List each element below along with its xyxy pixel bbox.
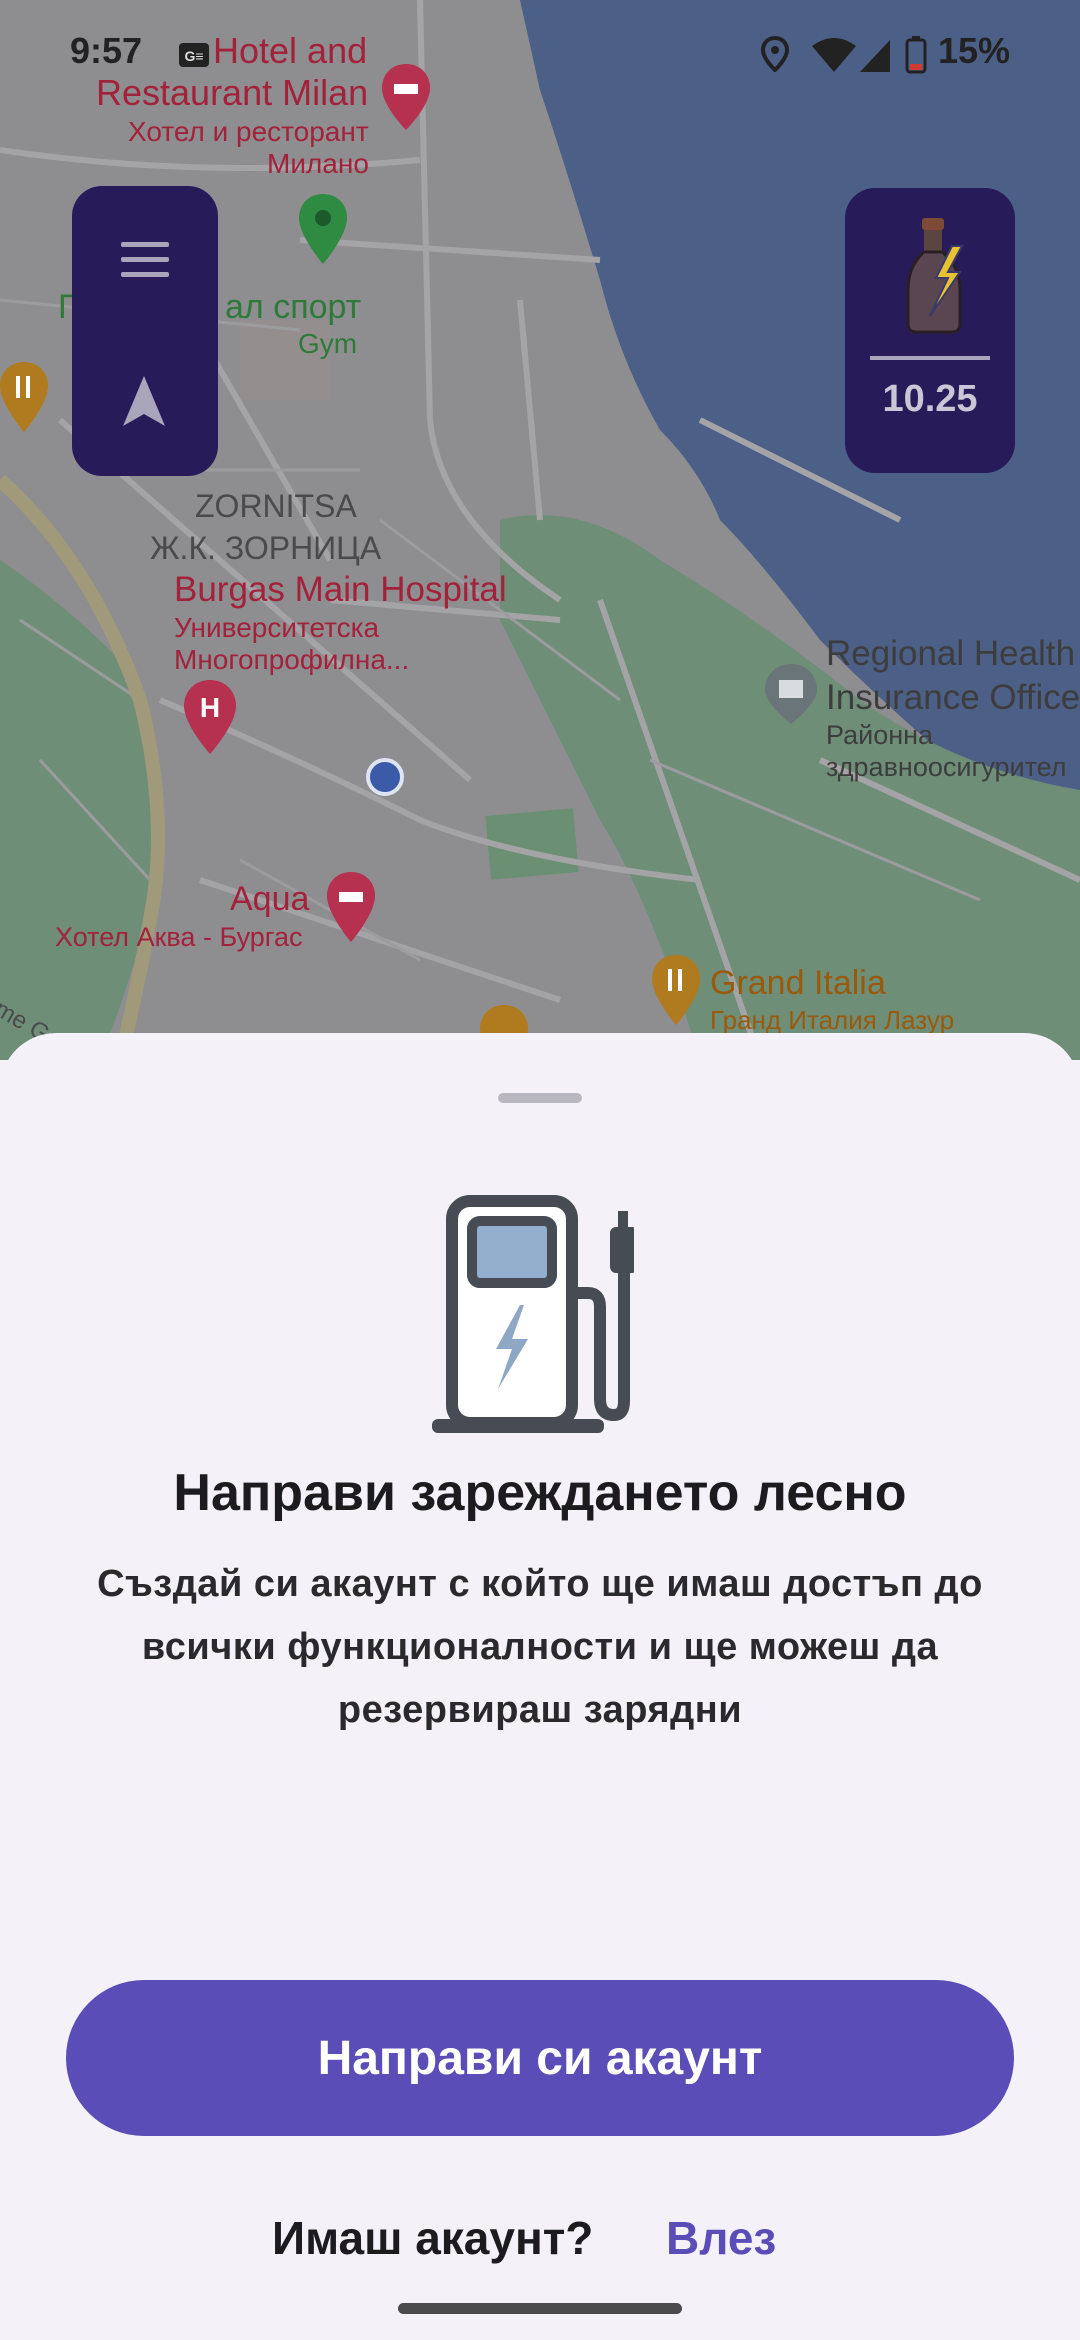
map-label: Гранд Италия Лазур (710, 1005, 955, 1035)
green-place-pin-icon[interactable] (297, 194, 349, 264)
restaurant-pin-icon[interactable] (0, 362, 50, 432)
hotel-pin-icon[interactable] (325, 872, 377, 942)
lightning-bottle-icon (906, 218, 964, 334)
map-controls (72, 186, 218, 476)
battery-low-icon (905, 36, 927, 74)
map-label: Gym (298, 328, 358, 359)
divider (870, 356, 990, 360)
login-link[interactable]: Влез (666, 2211, 776, 2265)
status-time: 9:57 (70, 30, 143, 71)
map-label: Grand Italia (710, 964, 886, 1002)
restaurant-pin-icon[interactable] (650, 955, 702, 1025)
svg-text:H: H (200, 692, 220, 723)
sheet-title: Направи зареждането лесно (173, 1464, 907, 1522)
balance-card[interactable]: 10.25 (845, 188, 1015, 473)
bottom-sheet: Направи зареждането лесно Създай си акау… (0, 1033, 1080, 2340)
navigation-arrow-icon[interactable] (121, 374, 167, 428)
menu-icon[interactable] (119, 240, 171, 280)
sheet-description: Създай си акаунт с който ще имаш достъп … (97, 1563, 983, 1731)
map-label: Ж.К. ЗОРНИЦА (150, 530, 382, 566)
svg-text:G≡: G≡ (184, 48, 203, 64)
government-building-pin-icon[interactable] (763, 664, 819, 724)
balance-value: 10.25 (882, 378, 978, 420)
map-label: ал спорт (225, 288, 362, 326)
news-notification-icon: G≡ (179, 43, 209, 67)
map-label: Многопрофилна... (174, 644, 410, 675)
map-label: Burgas Main Hospital (174, 570, 507, 609)
wifi-icon (812, 38, 856, 72)
status-bar: 9:57 G≡ 15% (0, 0, 1080, 110)
map-label: Insurance Office (826, 678, 1080, 717)
map-label: здравноосигурител (826, 752, 1067, 782)
map-label: Aqua (230, 880, 310, 918)
map-label: Милано (267, 148, 369, 179)
sheet-drag-handle[interactable] (498, 1093, 582, 1103)
hospital-pin-icon[interactable]: H (182, 680, 238, 754)
home-indicator[interactable] (398, 2303, 682, 2314)
ev-charging-station-icon (432, 1195, 634, 1433)
map-label: Regional Health (826, 634, 1076, 673)
map-view[interactable]: H Hotel and Restaurant Milan Хотел и рес… (0, 0, 1080, 1060)
map-label: Хотел и ресторант (128, 116, 369, 147)
create-account-button[interactable]: Направи си акаунт (66, 1980, 1014, 2136)
location-icon (760, 36, 790, 72)
map-label: Районна (826, 720, 934, 750)
map-label: ZORNITSA (195, 488, 357, 524)
have-account-label: Имаш акаунт? (272, 2212, 594, 2264)
map-label: Университетска (174, 612, 380, 643)
battery-percent: 15% (938, 30, 1011, 71)
map-label: Хотел Аква - Бургас (55, 922, 303, 952)
signal-icon (860, 40, 890, 72)
